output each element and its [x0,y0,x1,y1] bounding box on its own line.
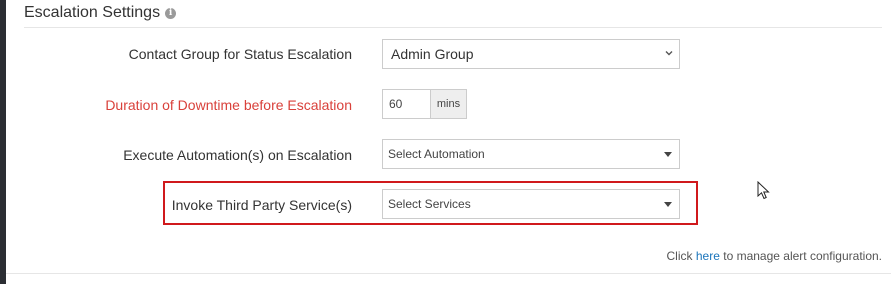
automation-label: Execute Automation(s) on Escalation [123,147,352,163]
section-header: Escalation Settings i [24,4,177,22]
escalation-settings-panel: Escalation Settings i Contact Group for … [0,0,891,284]
mouse-cursor-icon [757,181,770,200]
caret-down-icon [664,152,672,157]
footer-prefix: Click [666,249,693,263]
left-sidebar-edge [0,0,6,284]
third-party-services-label: Invoke Third Party Service(s) [171,197,352,213]
footer-suffix: to manage alert configuration. [723,249,882,263]
automation-select[interactable]: Select Automation [382,139,680,169]
contact-group-label: Contact Group for Status Escalation [128,46,352,62]
footer-note: Click here to manage alert configuration… [667,249,882,263]
automation-placeholder: Select Automation [388,147,485,161]
info-icon[interactable]: i [165,7,177,19]
third-party-services-placeholder: Select Services [388,197,471,211]
section-title: Escalation Settings [24,4,161,21]
section-divider [24,27,882,28]
third-party-services-select[interactable]: Select Services [382,189,680,219]
contact-group-select[interactable]: Admin Group [382,39,680,69]
chevron-down-icon [665,51,673,56]
downtime-duration-group: mins [382,89,467,119]
caret-down-icon [664,202,672,207]
downtime-duration-label: Duration of Downtime before Escalation [105,97,352,113]
contact-group-value: Admin Group [391,46,474,62]
duration-unit-addon: mins [430,89,467,119]
manage-alert-link[interactable]: here [696,249,720,263]
downtime-duration-input[interactable] [382,89,430,119]
bottom-divider [6,273,891,274]
